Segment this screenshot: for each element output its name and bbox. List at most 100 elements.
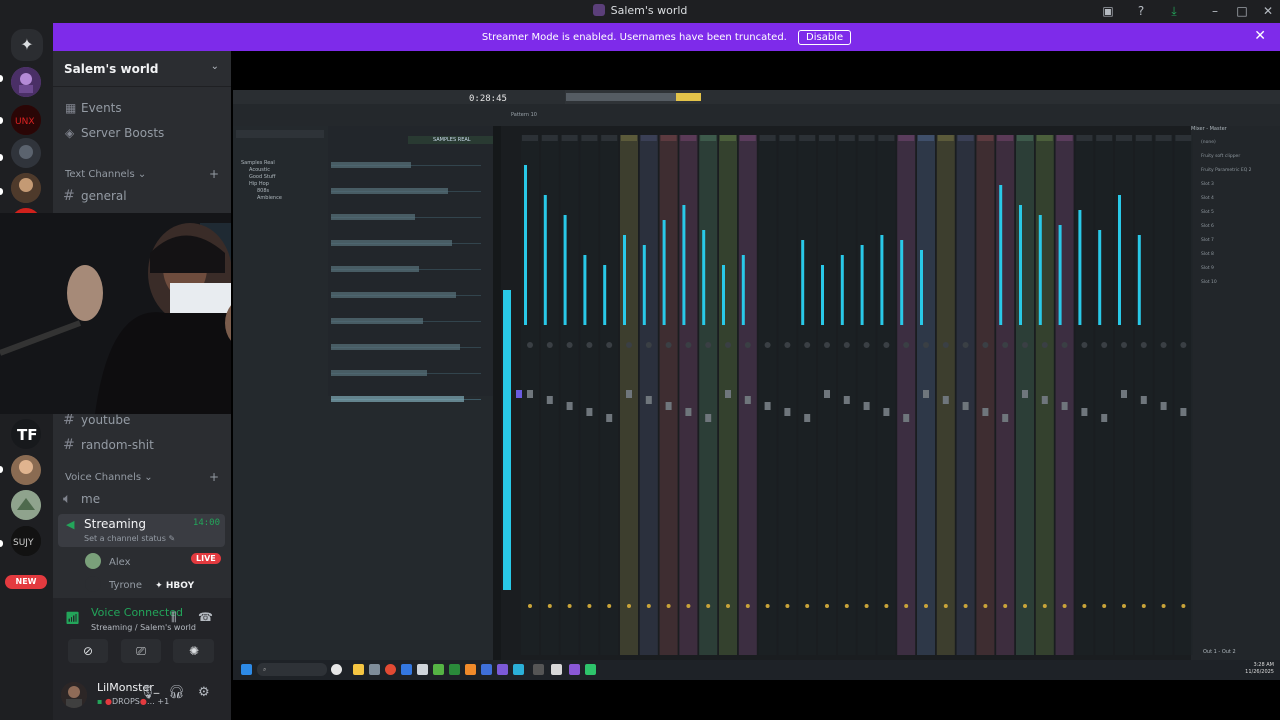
app-icon[interactable] [481,664,492,675]
help-icon[interactable]: ? [1132,3,1150,20]
windows-start-icon[interactable] [241,664,252,675]
voice-user-alex[interactable]: Alex [85,553,131,569]
category-voice-channels[interactable]: Voice Channels ⌄ [65,472,153,483]
noise-suppression-icon[interactable]: ⫼ [171,610,177,625]
send-knob [1141,604,1146,608]
steam-icon[interactable] [513,664,524,675]
nav-events[interactable]: ▦ Events [65,101,122,115]
stream-view[interactable]: 0:28:45 Pattern 10 SAMPLES REAL Samples … [231,51,1280,720]
pan-knob [982,342,989,348]
channel-status[interactable]: Set a channel status ✎ [84,534,175,543]
mixer-strip [679,135,698,655]
level-meter [603,265,607,325]
notepad-icon[interactable] [417,664,428,675]
stream-timer: 14:00 [192,518,220,528]
send-knob [983,604,988,608]
channel-youtube[interactable]: # youtube [63,412,130,428]
add-channel-icon[interactable]: + [209,470,219,484]
server-icon-3[interactable] [11,138,41,168]
avatar[interactable] [61,682,87,708]
taskbar-clock[interactable]: 3:28 AM 11/26/2025 [1245,662,1274,676]
discord-taskbar-icon[interactable] [497,664,508,675]
mixer-strip [1075,135,1094,655]
pan-knob [606,342,613,348]
mixer-strip [798,135,817,655]
voice-connected-status[interactable]: Voice Connected [91,606,183,619]
voice-channel-me[interactable]: 🔈︎ me [63,491,100,507]
settings-icon[interactable] [369,664,380,675]
strip-header [522,135,538,141]
pan-knob [744,342,751,348]
camera-off-button[interactable]: ⊘ [68,639,108,663]
level-meter [1019,205,1022,325]
output-label[interactable]: Out 1 - Out 2 [1203,649,1236,655]
server-icon-2[interactable]: UNX [11,105,41,135]
server-header[interactable]: Salem's world ⌄ [53,51,231,87]
level-meter [821,265,824,325]
voice-channel-streaming[interactable]: ◀ Streaming 14:00 Set a channel status ✎ [58,514,225,547]
taskbar-search[interactable]: ⌕ [257,663,327,676]
server-icon-tf[interactable]: TF [11,419,41,449]
app-icon[interactable] [569,664,580,675]
fader-handle [645,396,652,404]
inbox-icon[interactable]: ▣ [1099,3,1117,20]
microphone-icon[interactable]: 🎙︎ [139,685,156,700]
screen-share-icon: ⎚ [136,644,146,658]
server-icon-8[interactable] [11,490,41,520]
screen-share-button[interactable]: ⎚ [121,639,161,663]
strip-header [640,135,657,141]
minimize-icon[interactable]: – [1206,3,1224,20]
send-knob [1062,604,1067,608]
browser-title: SAMPLES REAL [433,137,471,143]
excel-icon[interactable] [449,664,460,675]
download-icon[interactable]: ⤓ [1165,3,1183,20]
soundboard-button[interactable]: ✺ [174,639,214,663]
disconnect-icon[interactable]: ☎ [198,610,213,624]
app-icon[interactable] [533,664,544,675]
send-knob [785,604,790,608]
window-close-icon[interactable]: ✕ [1259,3,1277,20]
strip-header [1056,135,1073,141]
master-fader [516,390,522,398]
edge-icon[interactable] [401,664,412,675]
disable-button[interactable]: Disable [798,30,852,45]
server-icon-7[interactable] [11,455,41,485]
app-icon[interactable] [585,664,596,675]
strip-header [621,135,637,141]
level-meter [741,255,745,325]
server-icon-4[interactable] [11,173,41,203]
channel-random-shit[interactable]: # random-shit [63,437,154,453]
app-icon[interactable] [551,664,562,675]
fl-studio-icon[interactable] [465,664,476,675]
browser-waveforms [328,126,493,402]
chrome-icon[interactable] [385,664,396,675]
folder-icon[interactable] [353,664,364,675]
gear-icon[interactable]: ⚙ [198,685,210,700]
pattern-label[interactable]: Pattern 10 [511,112,537,118]
browser-tree[interactable]: Samples Real Acoustic Good Stuff Hip Hop… [241,160,282,202]
server-salems-world[interactable] [11,67,41,97]
fader-handle [606,414,613,422]
headphones-icon[interactable]: 🎧︎ [168,685,185,700]
channel-general[interactable]: # general [63,188,127,204]
daw-mixer-svg [233,90,1280,660]
level-meter [860,245,864,325]
category-text-channels[interactable]: Text Channels ⌄ [65,169,146,180]
strip-header [759,135,776,141]
voice-user-tyrone[interactable]: Tyrone ✦ HBOY [85,576,194,592]
fader-handle [665,402,672,410]
weather-icon[interactable] [331,664,342,675]
pan-knob [1022,342,1028,348]
maximize-icon[interactable]: □ [1233,3,1251,20]
discord-home-icon[interactable]: ✦ [11,29,43,61]
xbox-icon[interactable] [433,664,444,675]
server-icon-9[interactable]: SUJY [11,526,41,556]
nav-server-boosts[interactable]: ◈ Server Boosts [65,126,164,140]
mixer-slots[interactable]: (none) Fruity soft clipper Fruity Parame… [1201,136,1252,290]
close-icon[interactable]: ✕ [1254,28,1266,44]
strip-header [819,135,835,141]
pan-knob [784,342,791,348]
level-meter [1038,215,1042,325]
new-badge[interactable]: NEW [5,575,47,589]
add-channel-icon[interactable]: + [209,167,219,181]
